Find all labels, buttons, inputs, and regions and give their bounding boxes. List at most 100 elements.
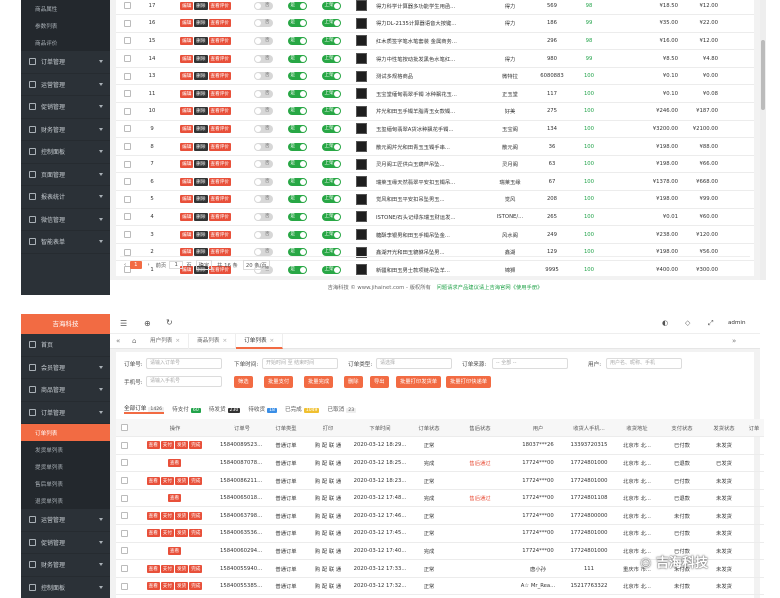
row-checkbox[interactable] [120,477,128,485]
hot-toggle[interactable]: 是 [287,19,307,28]
close-icon[interactable]: × [270,338,275,344]
action-button[interactable]: 批量完成 [304,376,334,388]
row-checkbox[interactable] [123,2,131,10]
row-checkbox[interactable] [123,19,131,27]
onsale-toggle[interactable]: 上架 [321,1,341,10]
onsale-toggle[interactable]: 上架 [321,107,341,116]
review-button[interactable]: 查看评价 [208,195,231,204]
tag-icon[interactable]: ◇ [685,319,690,327]
delete-button[interactable]: 删除 [194,72,208,81]
edit-button[interactable]: 编辑 [180,107,194,116]
done-button[interactable]: 完成 [189,511,203,520]
edit-button[interactable]: 编辑 [180,89,194,98]
column-header[interactable]: 发货状态 [704,419,744,438]
recommend-toggle[interactable]: 否 [253,107,273,116]
sidebar-sub-item[interactable]: 参数列表 [21,17,110,34]
done-button[interactable]: 完成 [189,441,203,450]
pay-button[interactable]: 支付 [160,529,174,538]
review-button[interactable]: 查看评价 [208,89,231,98]
print-options[interactable]: 购 配 联 通 [306,524,350,543]
delete-button[interactable]: 删除 [194,124,208,133]
next-page-button[interactable]: › [148,262,150,268]
order-no[interactable]: 15840055940383 [218,559,266,578]
sidebar-sub-item[interactable]: 退货单列表 [21,492,110,509]
product-thumbnail[interactable] [355,0,367,12]
status-tab[interactable]: 待收货 18 [248,405,277,413]
close-icon[interactable]: × [175,338,180,344]
row-checkbox[interactable] [123,55,131,63]
delete-button[interactable]: 删除 [194,107,208,116]
onsale-toggle[interactable]: 上架 [321,248,341,257]
column-header[interactable]: 用户 [512,419,564,438]
status-tab[interactable]: 待发货 230 [209,405,241,413]
recommend-toggle[interactable]: 否 [253,72,273,81]
onsale-toggle[interactable]: 上架 [321,195,341,204]
column-header[interactable]: 订单号 [218,419,266,438]
hot-toggle[interactable]: 是 [287,36,307,45]
column-header[interactable]: 订单类型 [266,419,306,438]
order-no[interactable]: 15840086211879 [218,471,266,490]
onsale-toggle[interactable]: 上架 [321,36,341,45]
edit-button[interactable]: 编辑 [180,1,194,10]
tab[interactable]: 商品列表 × [189,334,237,349]
current-page[interactable]: 1 [130,260,142,269]
tab[interactable]: 用户列表 × [142,334,190,349]
hot-toggle[interactable]: 是 [287,72,307,81]
hot-toggle[interactable]: 是 [287,89,307,98]
row-checkbox[interactable] [123,37,131,45]
sidebar-item[interactable]: 促销管理 [21,532,110,554]
order-no[interactable]: 15840063798875 [218,506,266,526]
view-button[interactable]: 查看 [146,582,160,591]
pay-button[interactable]: 支付 [160,441,174,450]
row-checkbox[interactable] [120,441,128,449]
product-thumbnail[interactable] [355,105,367,117]
ship-button[interactable]: 发货 [175,511,189,520]
view-button[interactable]: 查看 [167,494,182,503]
delete-button[interactable]: 删除 [194,142,208,151]
order-no[interactable]: 15840089523496 [218,436,266,455]
onsale-toggle[interactable]: 上架 [321,212,341,221]
row-checkbox[interactable] [123,213,131,221]
delete-button[interactable]: 删除 [194,248,208,257]
edit-button[interactable]: 编辑 [180,72,194,81]
review-button[interactable]: 查看评价 [208,248,231,257]
onsale-toggle[interactable]: 上架 [321,19,341,28]
edit-button[interactable]: 编辑 [180,230,194,239]
sidebar-sub-item[interactable]: 发货单列表 [21,441,110,458]
status-tab[interactable]: 全部订单 1426 [124,404,165,414]
recommend-toggle[interactable]: 否 [253,124,273,133]
status-tab[interactable]: 已完成 1049 [285,405,320,413]
action-button[interactable]: 删除 [344,376,363,388]
row-checkbox[interactable] [120,547,128,555]
view-button[interactable]: 查看 [146,476,160,485]
onsale-toggle[interactable]: 上架 [321,177,341,186]
print-options[interactable]: 购 配 联 通 [306,471,350,490]
print-options[interactable]: 购 配 联 通 [306,559,350,578]
refresh-icon[interactable]: ↻ [166,318,173,327]
sidebar-item[interactable]: 页面管理 [21,164,110,186]
hot-toggle[interactable]: 是 [287,248,307,257]
product-thumbnail[interactable] [355,123,367,135]
delete-button[interactable]: 删除 [194,195,208,204]
delete-button[interactable]: 删除 [194,212,208,221]
recommend-toggle[interactable]: 否 [253,54,273,63]
review-button[interactable]: 查看评价 [208,107,231,116]
recommend-toggle[interactable]: 否 [253,177,273,186]
row-checkbox[interactable] [123,195,131,203]
column-header[interactable]: 收货地址 [614,419,660,438]
review-button[interactable]: 查看评价 [208,177,231,186]
row-checkbox[interactable] [120,565,128,573]
delete-button[interactable]: 删除 [194,1,208,10]
column-header[interactable]: 打印 [306,419,350,438]
recommend-toggle[interactable]: 否 [253,1,273,10]
print-options[interactable]: 购 配 联 通 [306,577,350,596]
review-button[interactable]: 查看评价 [208,124,231,133]
column-header[interactable]: 操作 [132,419,218,438]
status-tab[interactable]: 待支付 60 [172,405,201,413]
hot-toggle[interactable]: 是 [287,142,307,151]
done-button[interactable]: 完成 [189,529,203,538]
view-button[interactable]: 查看 [146,529,160,538]
print-options[interactable]: 购 配 联 通 [306,436,350,455]
tab-next-icon[interactable]: » [732,337,736,345]
recommend-toggle[interactable]: 否 [253,89,273,98]
